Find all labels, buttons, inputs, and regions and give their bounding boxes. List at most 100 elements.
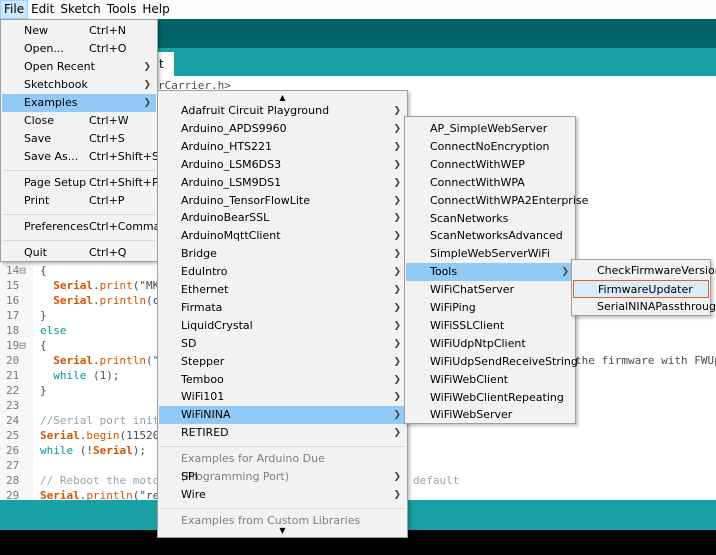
line-number: 23 xyxy=(6,399,20,412)
wifinina-item-simplewebserverwifi[interactable]: SimpleWebServerWiFi xyxy=(406,245,574,263)
code-text: else xyxy=(40,324,67,337)
wifinina-item-connectwithwpa2enterprise[interactable]: ConnectWithWPA2Enterprise xyxy=(406,192,588,210)
chevron-right-icon: ❯ xyxy=(393,285,401,295)
wifinina-tools-item-firmwareupdater[interactable]: FirmwareUpdater xyxy=(573,279,709,298)
file-menu-item-save[interactable]: Save Ctrl+S xyxy=(2,130,156,148)
wifinina-item-connectwithwpa[interactable]: ConnectWithWPA xyxy=(406,174,574,192)
file-menu-item-print[interactable]: Print Ctrl+P xyxy=(2,192,156,210)
wifinina-tools-item-checkfirmwareversion[interactable]: CheckFirmwareVersion xyxy=(573,262,716,280)
wifinina-item-ap-simplewebserver[interactable]: AP_SimpleWebServer xyxy=(406,120,574,138)
line-number: 24 xyxy=(6,414,20,427)
wifinina-item-scannetworksadvanced[interactable]: ScanNetworksAdvanced xyxy=(406,227,574,245)
code-text: // Reboot the motor xyxy=(40,474,166,487)
menu-item-label: WiFiWebClient xyxy=(430,372,509,386)
examples-item-arduino-lsm6ds3[interactable]: Arduino_LSM6DS3 ❯ xyxy=(159,156,406,174)
chevron-right-icon: ❯ xyxy=(393,231,401,242)
wifinina-item-wifichatserver[interactable]: WiFiChatServer xyxy=(406,281,574,299)
wifinina-item-connectnoencryption[interactable]: ConnectNoEncryption xyxy=(406,138,574,156)
examples-item-firmata[interactable]: Firmata ❯ xyxy=(159,299,406,317)
menu-separator xyxy=(3,214,155,215)
file-menu-item-examples[interactable]: Examples ❯ xyxy=(2,94,156,112)
menu-item-shortcut: Ctrl+P xyxy=(89,194,125,207)
examples-item-arduino-tensorflowlite[interactable]: Arduino_TensorFlowLite ❯ xyxy=(159,192,406,210)
menu-item-label: ConnectNoEncryption xyxy=(430,139,550,153)
wifinina-item-wifiwebserver[interactable]: WiFiWebServer xyxy=(406,406,574,424)
examples-item-retired[interactable]: RETIRED ❯ xyxy=(159,424,406,442)
code-token: . xyxy=(92,354,100,367)
wifinina-item-tools[interactable]: Tools ❯ xyxy=(406,263,574,282)
examples-item-arduino-lsm9ds1[interactable]: Arduino_LSM9DS1 ❯ xyxy=(159,174,406,192)
menu-item-label: WiFi101 xyxy=(181,390,225,404)
line-number: 15 xyxy=(6,279,20,292)
wifinina-item-wifiwebclient[interactable]: WiFiWebClient xyxy=(406,371,574,389)
menu-item-label: Page Setup xyxy=(24,176,87,189)
menu-item-label: Arduino_TensorFlowLite xyxy=(181,193,311,207)
chevron-right-icon: ❯ xyxy=(393,338,401,349)
sketch-tab[interactable]: t xyxy=(158,52,174,76)
menu-item-label: ArduinoMqttClient xyxy=(181,229,281,243)
examples-item-arduinomqttclient[interactable]: ArduinoMqttClient ❯ xyxy=(159,227,406,245)
file-menu-item-preferences[interactable]: Preferences Ctrl+Comma xyxy=(2,218,160,236)
line-number: 20 xyxy=(6,354,20,367)
examples-item-stepper[interactable]: Stepper ❯ xyxy=(159,353,406,371)
file-menu-item-open[interactable]: Open... Ctrl+O xyxy=(2,40,156,58)
chevron-right-icon: ❯ xyxy=(393,320,401,331)
wifinina-item-wifiping[interactable]: WiFiPing xyxy=(406,299,574,317)
menu-item-label: RETIRED xyxy=(181,426,229,440)
file-menu-item-save-as[interactable]: Save As... Ctrl+Shift+S xyxy=(2,148,159,166)
code-text: Serial.println(co xyxy=(40,294,166,307)
examples-item-spi[interactable]: SPI ❯ xyxy=(159,468,406,486)
code-token: Serial xyxy=(40,429,80,442)
examples-item-ethernet[interactable]: Ethernet ❯ xyxy=(159,281,406,299)
file-menu-item-open-recent[interactable]: Open Recent ❯ xyxy=(2,58,156,76)
menu-item-label: Sketchbook xyxy=(24,78,88,91)
wifinina-tools-item-serialninapassthrough[interactable]: SerialNINAPassthrough xyxy=(573,298,716,316)
examples-item-bridge[interactable]: Bridge ❯ xyxy=(159,245,406,263)
file-menu-item-new[interactable]: New Ctrl+N xyxy=(2,22,156,40)
menu-item-label: Arduino_HTS221 xyxy=(181,139,273,153)
line-number: 22 xyxy=(6,384,20,397)
wifinina-item-wifiudpntpclient[interactable]: WiFiUdpNtpClient xyxy=(406,335,574,353)
examples-item-wire[interactable]: Wire ❯ xyxy=(159,486,406,504)
menu-edit[interactable]: Edit xyxy=(28,0,57,19)
examples-item-arduino-hts221[interactable]: Arduino_HTS221 ❯ xyxy=(159,138,406,156)
file-menu-item-sketchbook[interactable]: Sketchbook ❯ xyxy=(2,76,156,94)
file-menu-item-close[interactable]: Close Ctrl+W xyxy=(2,112,156,130)
menu-item-label: WiFiSSLClient xyxy=(430,318,505,332)
examples-item-arduino-apds9960[interactable]: Arduino_APDS9960 ❯ xyxy=(159,120,406,138)
wifinina-item-wifisslclient[interactable]: WiFiSSLClient xyxy=(406,317,574,335)
menu-item-label: WiFiChatServer xyxy=(430,283,515,297)
menu-bar: File Edit Sketch Tools Help xyxy=(0,0,716,19)
examples-item-wifi101[interactable]: WiFi101 ❯ xyxy=(159,388,406,406)
chevron-right-icon: ❯ xyxy=(393,106,401,116)
wifinina-item-scannetworks[interactable]: ScanNetworks xyxy=(406,210,574,228)
menu-sketch[interactable]: Sketch xyxy=(57,0,103,19)
menu-item-shortcut: Ctrl+Q xyxy=(89,246,127,259)
file-menu-item-page-setup[interactable]: Page Setup Ctrl+Shift+P xyxy=(2,174,159,192)
line-number: 25 xyxy=(6,429,20,442)
code-token: println xyxy=(99,294,146,307)
code-text: while (!Serial); xyxy=(40,444,146,457)
menu-file[interactable]: File xyxy=(0,0,29,19)
file-menu-item-quit[interactable]: Quit Ctrl+Q xyxy=(2,244,156,262)
menu-tools[interactable]: Tools xyxy=(104,0,140,19)
examples-item-adafruit-circuit-playground[interactable]: Adafruit Circuit Playground ❯ xyxy=(159,102,406,120)
menu-item-label: Arduino_LSM9DS1 xyxy=(181,175,282,189)
examples-item-wifinina[interactable]: WiFiNINA ❯ xyxy=(159,406,406,425)
menu-help[interactable]: Help xyxy=(139,0,172,19)
menu-item-shortcut: Ctrl+O xyxy=(89,42,127,55)
chevron-right-icon: ❯ xyxy=(393,267,401,278)
chevron-right-icon: ❯ xyxy=(143,62,151,72)
examples-item-eduintro[interactable]: EduIntro ❯ xyxy=(159,263,406,281)
line-number: 14⊟ xyxy=(6,264,26,277)
wifinina-item-wifiwebclientrepeating[interactable]: WiFiWebClientRepeating xyxy=(406,389,574,407)
examples-item-sd[interactable]: SD ❯ xyxy=(159,335,406,353)
menu-item-label: Arduino_APDS9960 xyxy=(181,121,287,135)
chevron-right-icon: ❯ xyxy=(393,141,401,152)
wifinina-item-wifiudpsendreceivestring[interactable]: WiFiUdpSendReceiveString xyxy=(406,353,578,371)
chevron-right-icon: ❯ xyxy=(393,428,401,439)
wifinina-item-connectwithwep[interactable]: ConnectWithWEP xyxy=(406,156,574,174)
examples-item-temboo[interactable]: Temboo ❯ xyxy=(159,371,406,389)
examples-item-arduinobearssl[interactable]: ArduinoBearSSL ❯ xyxy=(159,209,406,227)
examples-item-liquidcrystal[interactable]: LiquidCrystal ❯ xyxy=(159,317,406,335)
